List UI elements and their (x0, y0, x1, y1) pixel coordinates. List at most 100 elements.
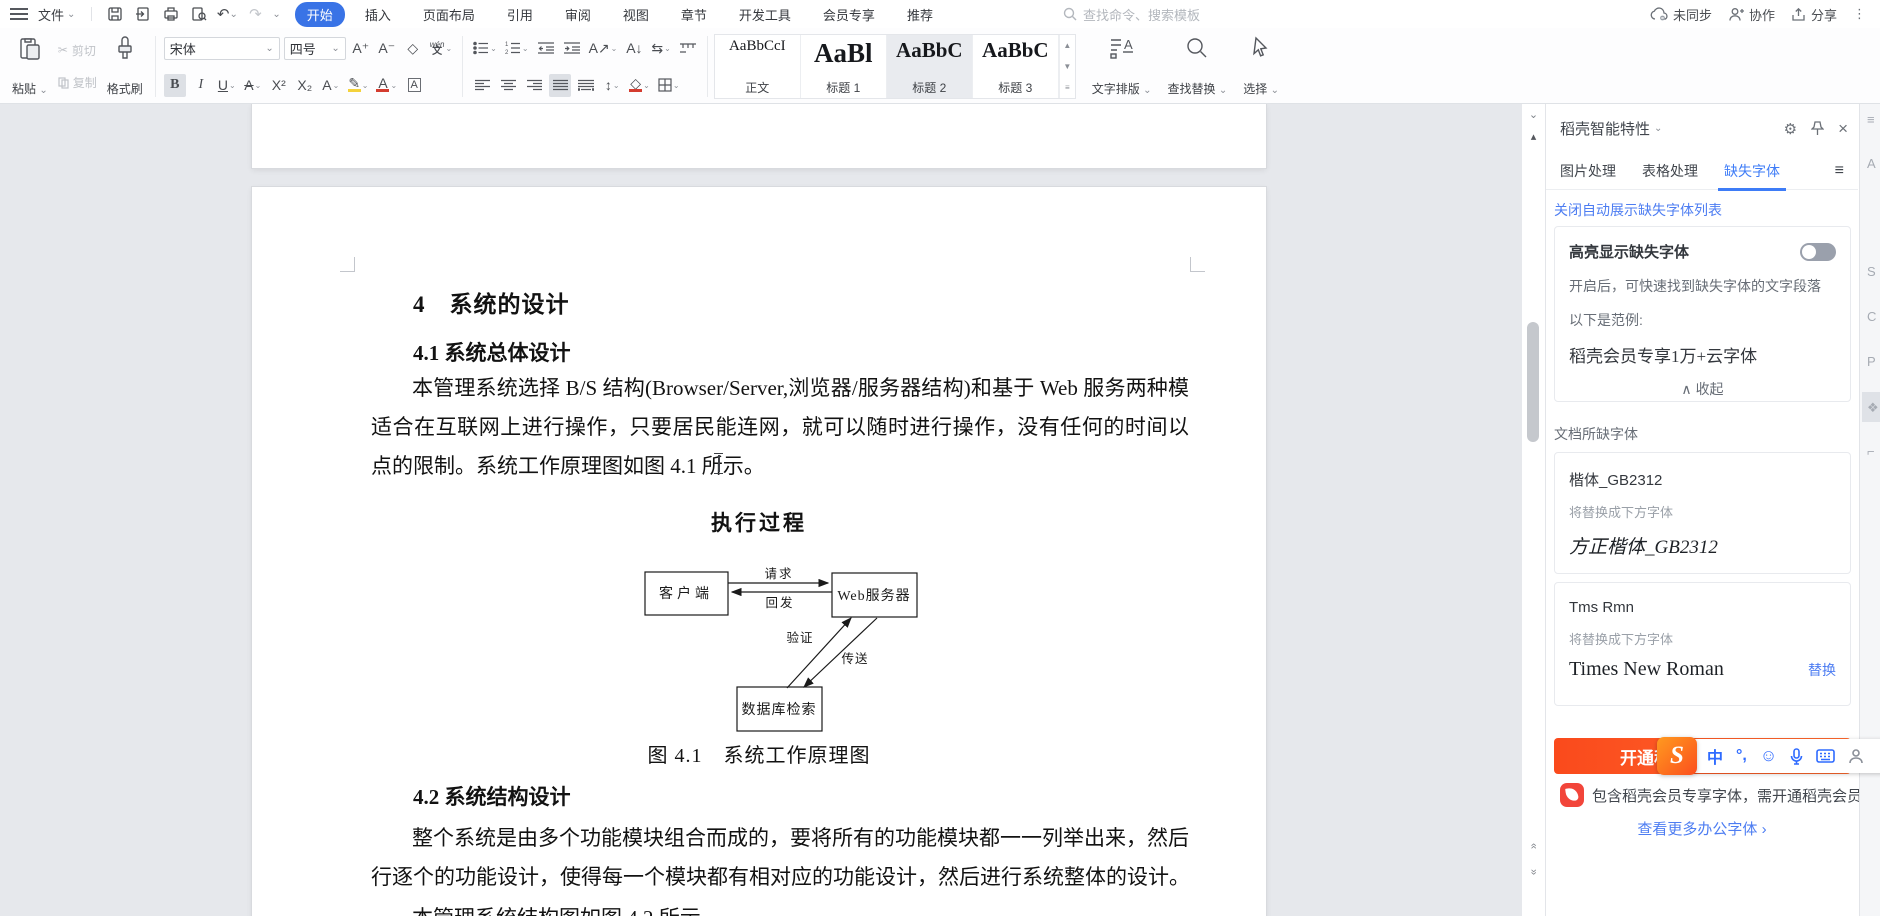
styles-scroll[interactable]: ▲ ▼ ≡ (1058, 35, 1075, 98)
ime-emoji-icon[interactable]: ☺ (1760, 746, 1777, 766)
collapse-ribbon-icon[interactable]: ⌄ (1522, 108, 1545, 121)
font-size-select[interactable]: 四号 ⌄ (283, 36, 346, 60)
panel-tabs-menu-icon[interactable]: ≡ (1835, 162, 1844, 180)
distribute-button[interactable] (575, 74, 597, 97)
print-preview-button[interactable] (188, 4, 210, 24)
undo-button[interactable]: ↶ ⌄ (216, 4, 238, 24)
grow-font-button[interactable]: A⁺ (350, 37, 372, 60)
pinyin-guide-button[interactable]: wén 文 ⌄ (428, 37, 454, 60)
tab-recommend[interactable]: 推荐 (895, 2, 945, 27)
rail-icon[interactable]: S (1867, 264, 1880, 279)
redo-button[interactable]: ↷ (244, 4, 266, 24)
text-direction-button[interactable]: ⇆ ⌄ (649, 37, 672, 60)
ime-lang-mode[interactable]: 中 (1707, 744, 1723, 768)
style-normal[interactable]: AaBbCcI 正文 (715, 35, 801, 98)
superscript-button[interactable]: X² (268, 74, 290, 97)
text-layout-button[interactable]: A 文字排版 ⌄ (1084, 32, 1160, 101)
styles-more-icon[interactable]: ≡ (1060, 77, 1075, 98)
font-color-button[interactable]: A ⌄ (374, 74, 399, 97)
document-scrollbar[interactable]: ⌄ ▴ « » (1522, 104, 1545, 916)
figure-title[interactable]: 执行过程 (252, 507, 1266, 537)
tab-member[interactable]: 会员专享 (811, 2, 887, 27)
increase-indent-button[interactable] (561, 37, 583, 60)
sogou-logo-icon[interactable]: S (1657, 737, 1697, 775)
bullet-list-button[interactable]: ⌄ (471, 37, 499, 60)
underline-button[interactable]: U ⌄ (216, 74, 238, 97)
close-auto-show-link[interactable]: 关闭自动展示缺失字体列表 (1554, 200, 1722, 220)
tab-table-processing[interactable]: 表格处理 (1642, 161, 1698, 181)
ime-mic-icon[interactable] (1790, 747, 1803, 765)
find-replace-button[interactable]: 查找替换 ⌄ (1160, 32, 1236, 101)
font-name-select[interactable]: 宋体 ⌄ (163, 36, 280, 60)
replace-link[interactable]: 替换 (1808, 660, 1836, 680)
highlight-color-button[interactable]: ✎ ⌄ (346, 74, 371, 97)
print-button[interactable] (160, 4, 182, 24)
numbered-list-button[interactable]: 1 2 ⌄ (503, 37, 531, 60)
doc-paragraph-line[interactable]: 整个系统是由多个功能模块组合而成的，要将所有的功能模块都一一列举出来，然后进 (371, 819, 1189, 858)
ime-user-icon[interactable] (1848, 748, 1864, 764)
borders-button[interactable]: ⌄ (656, 74, 682, 97)
tab-section[interactable]: 章节 (669, 2, 719, 27)
doc-paragraph-line[interactable]: 点的限制。系统工作原理图如图 4.1 所示。 (371, 447, 1189, 486)
export-button[interactable] (132, 4, 154, 24)
tab-insert[interactable]: 插入 (353, 2, 403, 27)
select-button[interactable]: 选择 ⌄ (1235, 32, 1287, 101)
tab-ruler-button[interactable] (677, 37, 699, 60)
paste-button[interactable]: 粘贴 ⌄ (6, 32, 54, 101)
ime-keyboard-icon[interactable] (1816, 749, 1836, 763)
previous-page-icon[interactable]: « (1528, 835, 1540, 858)
justify-button[interactable] (549, 73, 572, 97)
figure-caption[interactable]: 图 4.1 系统工作原理图 (252, 739, 1266, 768)
gear-icon[interactable]: ⚙ (1784, 120, 1797, 138)
collaborate-button[interactable]: 协作 (1728, 5, 1775, 24)
tab-home[interactable]: 开始 (294, 1, 345, 27)
tab-page-layout[interactable]: 页面布局 (411, 2, 487, 27)
strikethrough-button[interactable]: A ⌄ (242, 74, 264, 97)
tab-image-processing[interactable]: 图片处理 (1560, 161, 1616, 181)
tab-references[interactable]: 引用 (495, 2, 545, 27)
scroll-up-icon[interactable]: ▴ (1522, 130, 1545, 143)
hamburger-menu-icon[interactable] (10, 8, 28, 20)
more-options-icon[interactable]: ⋮ (1853, 6, 1866, 22)
collapse-button[interactable]: ∧ 收起 (1569, 379, 1836, 399)
save-button[interactable] (104, 4, 126, 24)
panel-title-dropdown[interactable]: 稻壳智能特性 ⌄ (1560, 118, 1662, 139)
doc-paragraph-line[interactable]: 本管理系统结构图如图 4.2 所示 (371, 899, 1189, 916)
style-heading3[interactable]: AaBbC 标题 3 (973, 35, 1059, 98)
doc-heading-4-2[interactable]: 4.2 系统结构设计 (413, 781, 571, 811)
next-page-icon[interactable]: » (1528, 861, 1540, 884)
highlight-toggle[interactable] (1800, 242, 1836, 261)
doc-paragraph-line[interactable]: 本管理系统选择 B/S 结构(Browser/Server,浏览器/服务器结构)… (371, 369, 1189, 408)
shading-button[interactable]: ◇ ⌄ (627, 74, 652, 97)
style-heading2[interactable]: AaBbC 标题 2 (886, 35, 973, 98)
file-menu[interactable]: 文件 ⌄ (34, 5, 79, 24)
doc-paragraph-line[interactable]: 行逐个的功能设计，使得每一个模块都有相对应的功能设计，然后进行系统整体的设计。 (371, 858, 1190, 897)
tab-developer[interactable]: 开发工具 (727, 2, 803, 27)
sort-button[interactable]: A↓ (623, 37, 645, 60)
document-canvas[interactable]: 4 系统的设计 4.1 系统总体设计 本管理系统选择 B/S 结构(Browse… (0, 104, 1522, 916)
more-fonts-link[interactable]: 查看更多办公字体 › (1637, 821, 1766, 838)
subscript-button[interactable]: X₂ (294, 74, 316, 97)
style-heading1[interactable]: AaBl 标题 1 (801, 35, 887, 98)
text-effects-button[interactable]: A ⌄ (320, 74, 342, 97)
align-center-button[interactable] (497, 74, 519, 97)
tab-view[interactable]: 视图 (611, 2, 661, 27)
styles-scroll-up-icon[interactable]: ▲ (1060, 35, 1075, 56)
clear-format-button[interactable]: ◇ (402, 37, 424, 60)
share-button[interactable]: 分享 (1791, 5, 1837, 24)
pin-icon[interactable] (1811, 121, 1825, 136)
scrollbar-thumb[interactable] (1527, 322, 1539, 442)
customize-toolbar-icon[interactable]: ⌄ (272, 9, 280, 20)
rail-icon[interactable]: P (1867, 354, 1880, 369)
doc-heading-chapter4[interactable]: 4 系统的设计 (413, 285, 570, 319)
styles-scroll-down-icon[interactable]: ▼ (1060, 56, 1075, 77)
figure-flowchart[interactable]: 客户端 Web服务器 数据库检索 请求 回发 验证 传送 (630, 550, 930, 750)
page-previous-bottom[interactable] (252, 104, 1266, 168)
align-left-button[interactable] (471, 74, 493, 97)
align-right-button[interactable] (523, 74, 545, 97)
cut-button[interactable]: ✂ 剪切 (58, 42, 97, 59)
command-search[interactable]: 查找命令、搜索模板 (1063, 5, 1200, 24)
bold-button[interactable]: B (163, 73, 186, 97)
tab-missing-fonts[interactable]: 缺失字体 (1718, 161, 1786, 191)
text-effects-wordart-button[interactable]: A↗ ⌄ (587, 37, 620, 60)
